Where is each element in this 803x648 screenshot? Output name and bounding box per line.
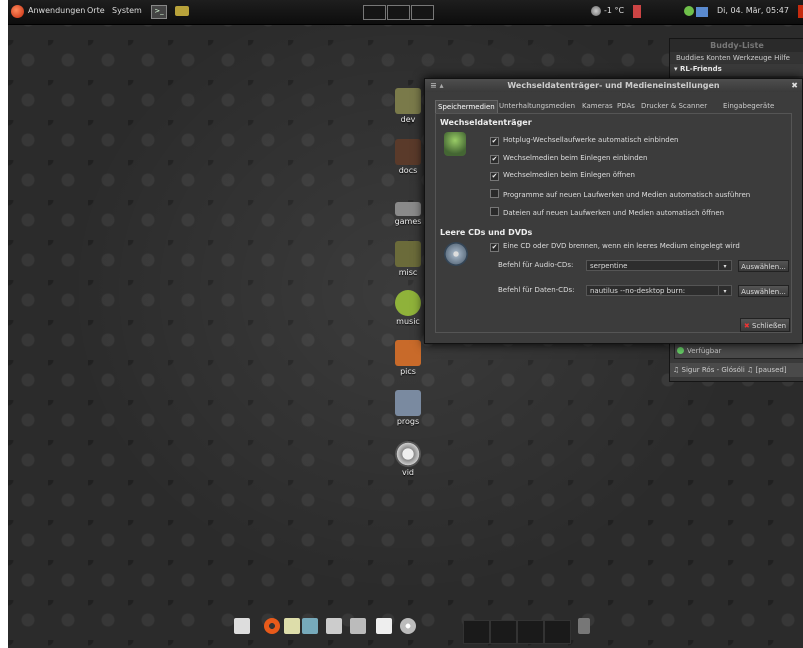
display-icon[interactable]: [696, 7, 708, 17]
check-hotplug[interactable]: ✔ Hotplug-Wechsellaufwerke automatisch ei…: [490, 136, 678, 146]
audio-cd-command-combo[interactable]: serpentine ▾: [586, 260, 732, 271]
close-icon: ✖: [743, 322, 750, 330]
buddy-list-menubar[interactable]: Buddies Konten Werkzeuge Hilfe: [670, 52, 803, 64]
close-button[interactable]: ✖ Schließen: [740, 318, 790, 332]
folder-vid-icon: [395, 441, 421, 467]
dock-window-3[interactable]: [517, 620, 544, 644]
menu-system[interactable]: System: [112, 6, 142, 15]
trash-icon[interactable]: [578, 618, 590, 634]
dialog-tabs: Speichermedien Unterhaltungsmedien Kamer…: [435, 100, 792, 113]
check-mount-on-insert[interactable]: ✔ Wechselmedien beim Einlegen einbinden: [490, 154, 647, 164]
tab-pdas[interactable]: PDAs: [615, 100, 637, 112]
weather-icon[interactable]: [591, 6, 601, 16]
desktop-icon-pics[interactable]: pics: [385, 340, 431, 376]
dock-window-1[interactable]: [463, 620, 490, 644]
workspace-2[interactable]: [387, 5, 410, 20]
desktop-icon-vid[interactable]: vid: [385, 441, 431, 477]
cd-burner-icon: [444, 242, 468, 266]
folder-progs-icon: [395, 390, 421, 416]
data-cd-command-combo[interactable]: nautilus --no-desktop burn: ▾: [586, 285, 732, 296]
terminal-icon[interactable]: >_: [151, 5, 167, 19]
check-open-on-insert[interactable]: ✔ Wechselmedien beim Einlegen öffnen: [490, 171, 635, 181]
chevron-down-icon[interactable]: ▾: [718, 261, 731, 271]
dock-files-icon[interactable]: [326, 618, 342, 634]
shutdown-icon[interactable]: [798, 5, 803, 18]
media-settings-dialog: ≡ ▴ Wechseldatenträger- und Medieneinste…: [424, 78, 803, 344]
dock-cd-icon[interactable]: [400, 618, 416, 634]
tab-speichermedien[interactable]: Speichermedien: [435, 100, 498, 113]
dock-window-2[interactable]: [490, 620, 517, 644]
checkbox[interactable]: ✔: [490, 243, 499, 252]
checkbox[interactable]: [490, 207, 499, 216]
tab-kameras[interactable]: Kameras: [580, 100, 615, 112]
workspace-3[interactable]: [411, 5, 434, 20]
checkbox[interactable]: [490, 189, 499, 198]
folder-docs-icon: [395, 139, 421, 165]
status-selector[interactable]: Verfügbar: [674, 343, 803, 359]
section-removable: Wechseldatenträger: [440, 118, 532, 127]
dock-computer-icon[interactable]: [302, 618, 318, 634]
clock[interactable]: Di, 04. Mär, 05:47: [717, 6, 789, 15]
launcher-icon[interactable]: [175, 6, 189, 16]
dialog-titlebar[interactable]: ≡ ▴ Wechseldatenträger- und Medieneinste…: [425, 79, 802, 92]
weather-temp[interactable]: -1 °C: [604, 6, 624, 15]
menu-places[interactable]: Orte: [87, 6, 105, 15]
folder-games-icon: [395, 202, 421, 216]
menu-applications[interactable]: Anwendungen: [28, 6, 85, 15]
network-icon[interactable]: [684, 6, 694, 16]
check-burn-blank[interactable]: ✔ Eine CD oder DVD brennen, wenn ein leer…: [490, 242, 740, 252]
dock-network-icon[interactable]: [350, 618, 366, 634]
buddy-list-title[interactable]: Buddy-Liste: [670, 39, 803, 52]
checkbox[interactable]: ✔: [490, 137, 499, 146]
data-cd-label: Befehl für Daten-CDs:: [498, 286, 575, 294]
distro-logo-icon[interactable]: [11, 5, 24, 18]
top-panel: Anwendungen Orte System >_ -1 °C Di, 04.…: [8, 0, 803, 25]
tab-unterhaltungsmedien[interactable]: Unterhaltungsmedien: [497, 100, 577, 112]
chevron-down-icon[interactable]: ▾: [718, 286, 731, 296]
dialog-title: Wechseldatenträger- und Medieneinstellun…: [507, 81, 720, 90]
now-playing: ♫ Sigur Rós - Glósóli ♫ [paused]: [670, 363, 803, 377]
checkbox[interactable]: ✔: [490, 172, 499, 181]
removable-drive-icon: [444, 132, 466, 156]
desktop-icon-progs[interactable]: progs: [385, 390, 431, 426]
window-menu-icon[interactable]: ≡ ▴: [430, 79, 444, 92]
buddy-group[interactable]: ▾ RL-Friends: [670, 64, 803, 75]
close-window-icon[interactable]: ✖: [791, 79, 798, 92]
audio-cd-label: Befehl für Audio-CDs:: [498, 261, 574, 269]
check-autoopen-files[interactable]: Dateien auf neuen Laufwerken und Medien …: [490, 207, 724, 217]
data-choose-button[interactable]: Auswählen...: [738, 285, 789, 297]
audio-choose-button[interactable]: Auswählen...: [738, 260, 789, 272]
dock-monitor-icon[interactable]: [234, 618, 250, 634]
section-blank-media: Leere CDs und DVDs: [440, 228, 533, 237]
dock-editor-icon[interactable]: [376, 618, 392, 634]
dock-firefox-icon[interactable]: [264, 618, 280, 634]
dock: [230, 612, 614, 644]
folder-dev-icon: [395, 88, 421, 114]
workspace-1[interactable]: [363, 5, 386, 20]
dock-window-4[interactable]: [544, 620, 571, 644]
check-autorun[interactable]: Programme auf neuen Laufwerken und Medie…: [490, 189, 750, 199]
dialog-pane: Wechseldatenträger ✔ Hotplug-Wechsellaufw…: [435, 113, 792, 333]
dock-pidgin-icon[interactable]: [284, 618, 300, 634]
battery-icon[interactable]: [633, 5, 641, 18]
folder-music-icon: [395, 290, 421, 316]
tab-drucker-scanner[interactable]: Drucker & Scanner: [639, 100, 709, 112]
folder-misc-icon: [395, 241, 421, 267]
status-available-icon: [677, 347, 684, 354]
tab-eingabegeraete[interactable]: Eingabegeräte: [721, 100, 776, 112]
folder-pics-icon: [395, 340, 421, 366]
checkbox[interactable]: ✔: [490, 155, 499, 164]
desktop: Anwendungen Orte System >_ -1 °C Di, 04.…: [8, 0, 803, 648]
